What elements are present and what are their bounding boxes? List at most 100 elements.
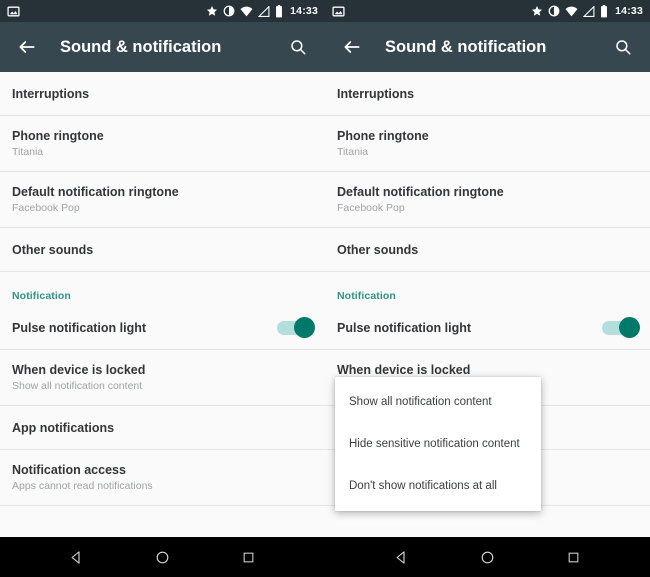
back-arrow-icon[interactable] bbox=[10, 30, 44, 64]
back-arrow-icon[interactable] bbox=[335, 30, 369, 64]
list-item-title: Other sounds bbox=[337, 242, 419, 257]
right-phone-panel: 14:33 Sound & notification Interruptions bbox=[325, 0, 650, 537]
list-item-title: Phone ringtone bbox=[337, 128, 429, 143]
row-texts: Phone ringtone Titania bbox=[12, 128, 104, 160]
toggle-thumb bbox=[294, 316, 315, 338]
list-item-title: Default notification ringtone bbox=[12, 184, 179, 199]
row-texts: Pulse notification light bbox=[12, 320, 146, 336]
image-icon bbox=[332, 5, 345, 18]
list-item-subtitle: Apps cannot read notifications bbox=[12, 479, 153, 492]
list-item-pulse-notification-light[interactable]: Pulse notification light bbox=[325, 306, 650, 350]
brightness-icon bbox=[548, 5, 560, 17]
list-item-title: Interruptions bbox=[337, 86, 415, 101]
list-item-subtitle: Titania bbox=[337, 145, 369, 158]
dropdown-option-dont-show[interactable]: Don't show notifications at all bbox=[335, 465, 541, 507]
page-title: Sound & notification bbox=[385, 37, 547, 56]
when-device-is-locked-dropdown[interactable]: Show all notification content Hide sensi… bbox=[335, 377, 541, 511]
panels-container: 14:33 Sound & notification Interruptions bbox=[0, 0, 650, 537]
list-item-title: Pulse notification light bbox=[337, 320, 472, 335]
navigation-bars bbox=[0, 537, 650, 577]
home-circle-icon[interactable] bbox=[472, 542, 502, 572]
list-item-phone-ringtone[interactable]: Phone ringtone Titania bbox=[325, 116, 650, 172]
section-header-notification: Notification bbox=[325, 272, 650, 306]
list-item-app-notifications[interactable]: App notifications bbox=[0, 406, 325, 450]
brightness-icon bbox=[223, 5, 235, 17]
navigation-bar-right bbox=[325, 537, 650, 577]
recents-square-icon[interactable] bbox=[558, 542, 588, 572]
battery-icon bbox=[275, 4, 283, 18]
search-icon[interactable] bbox=[606, 30, 640, 64]
list-item-title: App notifications bbox=[12, 420, 115, 435]
status-bar-clock: 14:33 bbox=[615, 5, 643, 17]
row-texts: App notifications bbox=[12, 420, 114, 436]
status-bar-clock: 14:33 bbox=[290, 5, 318, 17]
image-icon bbox=[7, 5, 20, 18]
list-item-notification-access[interactable]: Notification access Apps cannot read not… bbox=[0, 450, 325, 506]
status-bar-left: 14:33 bbox=[0, 0, 325, 22]
page-title: Sound & notification bbox=[60, 37, 222, 56]
status-bar-left-icons bbox=[332, 5, 345, 18]
list-item-interruptions[interactable]: Interruptions bbox=[0, 72, 325, 116]
list-item-subtitle: Facebook Pop bbox=[337, 201, 405, 214]
list-item-pulse-notification-light[interactable]: Pulse notification light bbox=[0, 306, 325, 350]
settings-list-right: Interruptions Phone ringtone Titania Def… bbox=[325, 72, 650, 537]
status-bar-left-icons bbox=[7, 5, 20, 18]
back-triangle-icon[interactable] bbox=[62, 542, 92, 572]
wifi-icon bbox=[240, 6, 253, 17]
pulse-notification-light-toggle[interactable] bbox=[602, 316, 640, 338]
list-item-other-sounds[interactable]: Other sounds bbox=[325, 228, 650, 272]
home-circle-icon[interactable] bbox=[147, 542, 177, 572]
section-header-notification: Notification bbox=[0, 272, 325, 306]
settings-list-left: Interruptions Phone ringtone Titania Def… bbox=[0, 72, 325, 537]
section-header-label: Notification bbox=[12, 290, 71, 302]
navigation-bar-left bbox=[0, 537, 325, 577]
row-texts: Other sounds bbox=[337, 242, 418, 258]
list-item-title: Phone ringtone bbox=[12, 128, 104, 143]
list-item-interruptions[interactable]: Interruptions bbox=[325, 72, 650, 116]
toggle-thumb bbox=[619, 316, 640, 338]
row-texts: When device is locked Show all notificat… bbox=[12, 362, 145, 394]
pulse-notification-light-toggle[interactable] bbox=[277, 316, 315, 338]
list-item-title: When device is locked bbox=[12, 362, 146, 377]
list-item-title: Default notification ringtone bbox=[337, 184, 504, 199]
status-bar-right-icons: 14:33 bbox=[206, 4, 318, 18]
list-item-default-notification-ringtone[interactable]: Default notification ringtone Facebook P… bbox=[325, 172, 650, 228]
list-item-phone-ringtone[interactable]: Phone ringtone Titania bbox=[0, 116, 325, 172]
list-item-subtitle: Facebook Pop bbox=[12, 201, 80, 214]
dropdown-option-show-all[interactable]: Show all notification content bbox=[335, 381, 541, 423]
list-item-default-notification-ringtone[interactable]: Default notification ringtone Facebook P… bbox=[0, 172, 325, 228]
back-triangle-icon[interactable] bbox=[387, 542, 417, 572]
signal-icon bbox=[583, 5, 595, 17]
dropdown-option-hide-sensitive[interactable]: Hide sensitive notification content bbox=[335, 423, 541, 465]
section-header-label: Notification bbox=[337, 290, 396, 302]
list-item-title: Pulse notification light bbox=[12, 320, 147, 335]
row-texts: Interruptions bbox=[337, 86, 414, 102]
row-texts: Notification access Apps cannot read not… bbox=[12, 462, 153, 494]
row-texts: Interruptions bbox=[12, 86, 89, 102]
list-item-when-device-is-locked[interactable]: When device is locked Show all notificat… bbox=[0, 350, 325, 406]
list-item-title: Notification access bbox=[12, 462, 126, 477]
left-phone-panel: 14:33 Sound & notification Interruptions bbox=[0, 0, 325, 537]
list-item-title: Other sounds bbox=[12, 242, 94, 257]
star-icon bbox=[206, 5, 218, 17]
row-texts: Pulse notification light bbox=[337, 320, 471, 336]
wifi-icon bbox=[565, 6, 578, 17]
toolbar-right: Sound & notification bbox=[325, 22, 650, 72]
star-icon bbox=[531, 5, 543, 17]
battery-icon bbox=[600, 4, 608, 18]
signal-icon bbox=[258, 5, 270, 17]
list-item-subtitle: Show all notification content bbox=[12, 379, 143, 392]
row-texts: Phone ringtone Titania bbox=[337, 128, 429, 160]
status-bar-right: 14:33 bbox=[325, 0, 650, 22]
status-bar-right-icons: 14:33 bbox=[531, 4, 643, 18]
toolbar-left: Sound & notification bbox=[0, 22, 325, 72]
list-item-subtitle: Titania bbox=[12, 145, 44, 158]
search-icon[interactable] bbox=[281, 30, 315, 64]
list-item-title: Interruptions bbox=[12, 86, 90, 101]
list-item-other-sounds[interactable]: Other sounds bbox=[0, 228, 325, 272]
dual-phone-screenshot: 14:33 Sound & notification Interruptions bbox=[0, 0, 650, 577]
recents-square-icon[interactable] bbox=[233, 542, 263, 572]
row-texts: Other sounds bbox=[12, 242, 93, 258]
row-texts: Default notification ringtone Facebook P… bbox=[12, 184, 179, 216]
list-item-title: When device is locked bbox=[337, 362, 471, 377]
